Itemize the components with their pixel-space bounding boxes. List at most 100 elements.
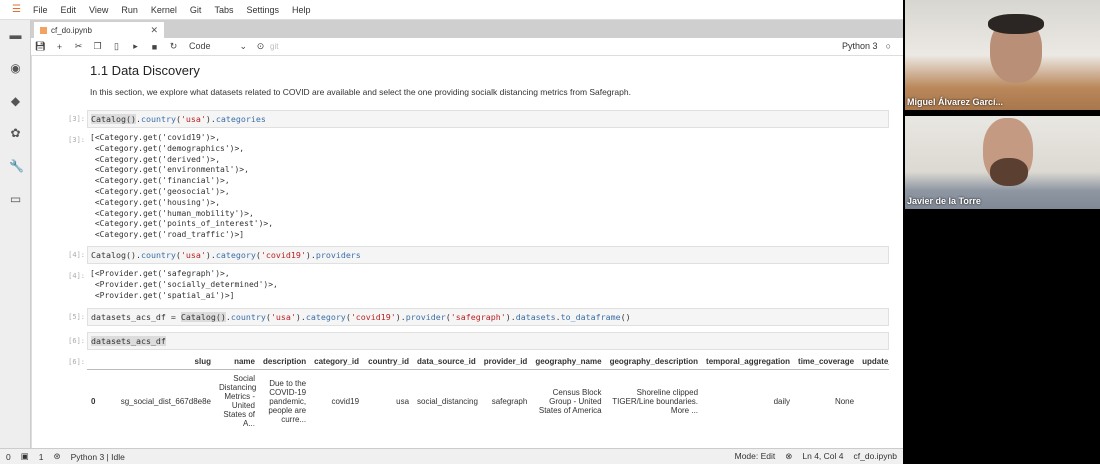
output-prompt: [3]: (68, 136, 85, 144)
column-header: category_id (310, 354, 364, 370)
code-token: Catalog() (91, 114, 136, 124)
cell-type-select[interactable]: Code ⌄ (189, 41, 247, 52)
table-cell: Shoreline clipped TIGER/Line boundaries.… (612, 387, 699, 415)
code-cell[interactable]: Catalog().country('usa').categories (87, 110, 889, 128)
video-call-panel: Miguel Álvarez Garcí... Javier de la Tor… (903, 0, 1100, 464)
code-token: country (140, 250, 176, 260)
input-prompt: [4]: (68, 251, 85, 259)
code-cell[interactable]: datasets_acs_df = Catalog().country('usa… (87, 308, 889, 326)
code-token: 'covid19' (260, 250, 306, 260)
table-cell: covid19 (331, 396, 360, 406)
tabs-icon[interactable]: ▭ (9, 193, 22, 206)
participant-video: Javier de la Torre (905, 116, 1100, 209)
menu-kernel[interactable]: Kernel (151, 5, 177, 15)
cell-type-value: Code (189, 41, 211, 51)
folder-icon[interactable]: ▬ (9, 29, 22, 42)
mode-indicator: Mode: Edit (734, 451, 776, 461)
menu-run[interactable]: Run (121, 5, 138, 15)
tab-notebook[interactable]: cf_do.ipynb ✕ (34, 22, 164, 38)
column-header: country_id (363, 354, 414, 370)
menu-settings[interactable]: Settings (246, 5, 279, 15)
menu-git[interactable]: Git (190, 5, 202, 15)
code-token: ). (395, 312, 406, 322)
intro-text: In this section, we explore what dataset… (90, 87, 631, 97)
code-token: categories (215, 114, 266, 124)
code-token: category (215, 250, 256, 260)
column-header: slug (97, 354, 215, 370)
add-cell-icon[interactable]: + (50, 42, 69, 52)
code-token: datasets_acs_df (91, 336, 166, 346)
palette-icon[interactable]: ✿ (9, 127, 22, 140)
paste-icon[interactable]: ▯ (107, 41, 126, 52)
menu-help[interactable]: Help (292, 5, 311, 15)
code-token: ). (305, 250, 316, 260)
table-cell: social_distancing (417, 396, 478, 406)
table-cell: sg_social_dist_667d8e8e (120, 396, 211, 406)
input-prompt: [3]: (68, 115, 85, 123)
menu-file[interactable]: File (33, 5, 48, 15)
code-token: datasets (515, 312, 556, 322)
table-row: 0 sg_social_dist_667d8e8e Social Distancin… (87, 370, 889, 433)
table-cell: safegraph (491, 396, 528, 406)
code-token: providers (315, 250, 361, 260)
column-header: description (259, 354, 311, 370)
close-icon[interactable]: ✕ (150, 25, 158, 36)
table-cell: None (834, 396, 855, 406)
menubar: ☰ File Edit View Run Kernel Git Tabs Settings He… (0, 0, 903, 20)
terminals-count[interactable]: 0 (6, 452, 11, 462)
code-token: ). (205, 250, 216, 260)
column-header: geography_description (605, 354, 703, 370)
save-icon[interactable]: 💾︎ (31, 41, 50, 52)
git-button[interactable]: git (270, 42, 278, 51)
output-prompt: [4]: (68, 272, 85, 280)
jupyterlab-window: ☰ File Edit View Run Kernel Git Tabs Settings He… (0, 0, 903, 464)
code-token: 'usa' (180, 114, 206, 124)
column-header: temporal_aggregation (702, 354, 795, 370)
running-icon[interactable]: ◉ (9, 62, 22, 75)
kernel-status[interactable]: Python 3 | Idle (71, 452, 125, 462)
code-cell[interactable]: datasets_acs_df (87, 332, 889, 350)
kernel-name: Python 3 (842, 41, 878, 51)
stop-icon[interactable]: ■ (145, 42, 164, 52)
restart-icon[interactable]: ↻ (164, 41, 183, 52)
column-header: geography_name (531, 354, 606, 370)
copy-icon[interactable]: ❐ (88, 41, 107, 52)
column-header: data_source_id (413, 354, 480, 370)
code-cell[interactable]: Catalog().country('usa').category('covid… (87, 246, 889, 264)
git-icon[interactable]: ◆ (9, 95, 22, 108)
notebook-icon (40, 26, 47, 34)
code-token: 'usa' (270, 312, 296, 322)
menu-view[interactable]: View (89, 5, 108, 15)
menu-tabs[interactable]: Tabs (214, 5, 233, 15)
code-token: Catalog(). (91, 250, 141, 260)
clock-icon[interactable]: ⊙ (251, 41, 270, 52)
table-cell: usa (396, 396, 410, 406)
menu-edit[interactable]: Edit (61, 5, 77, 15)
kernels-count[interactable]: 1 (39, 452, 44, 462)
shield-icon: ⊗ (785, 451, 793, 461)
table-cell: Due to the COVID-19 pandemic, people are… (268, 378, 307, 424)
participant-video: Miguel Álvarez Garcí... (905, 0, 1100, 110)
chevron-down-icon: ⌄ (239, 41, 247, 51)
status-filename: cf_do.ipynb (853, 451, 897, 461)
table-cell: Census Block Group - United States of Am… (538, 387, 602, 415)
output-prompt: [6]: (68, 358, 85, 366)
kernel-icon: ⊛ (53, 451, 61, 461)
wrench-icon[interactable]: 🔧 (9, 160, 24, 173)
code-token: 'safegraph' (450, 312, 506, 322)
code-token: provider (405, 312, 446, 322)
code-token: 'covid19' (350, 312, 396, 322)
code-token: 'usa' (180, 250, 206, 260)
status-bar: 0 ▣ 1 ⊛ Python 3 | Idle Mode: Edit ⊗ Ln … (0, 448, 903, 464)
table-cell: daily (773, 396, 791, 406)
kernel-indicator[interactable]: Python 3 ○ (834, 41, 891, 51)
run-icon[interactable]: ▸ (126, 41, 145, 52)
cursor-position[interactable]: Ln 4, Col 4 (802, 451, 843, 462)
code-token: country (230, 312, 266, 322)
code-token: datasets_acs_df = (91, 312, 181, 322)
tab-bar: cf_do.ipynb ✕ (31, 20, 903, 38)
dataframe-table: slug name description category_id country_id… (87, 354, 889, 432)
column-header: time_coverage (794, 354, 859, 370)
participant-name: Javier de la Torre (907, 196, 981, 206)
cut-icon[interactable]: ✂ (69, 41, 88, 52)
